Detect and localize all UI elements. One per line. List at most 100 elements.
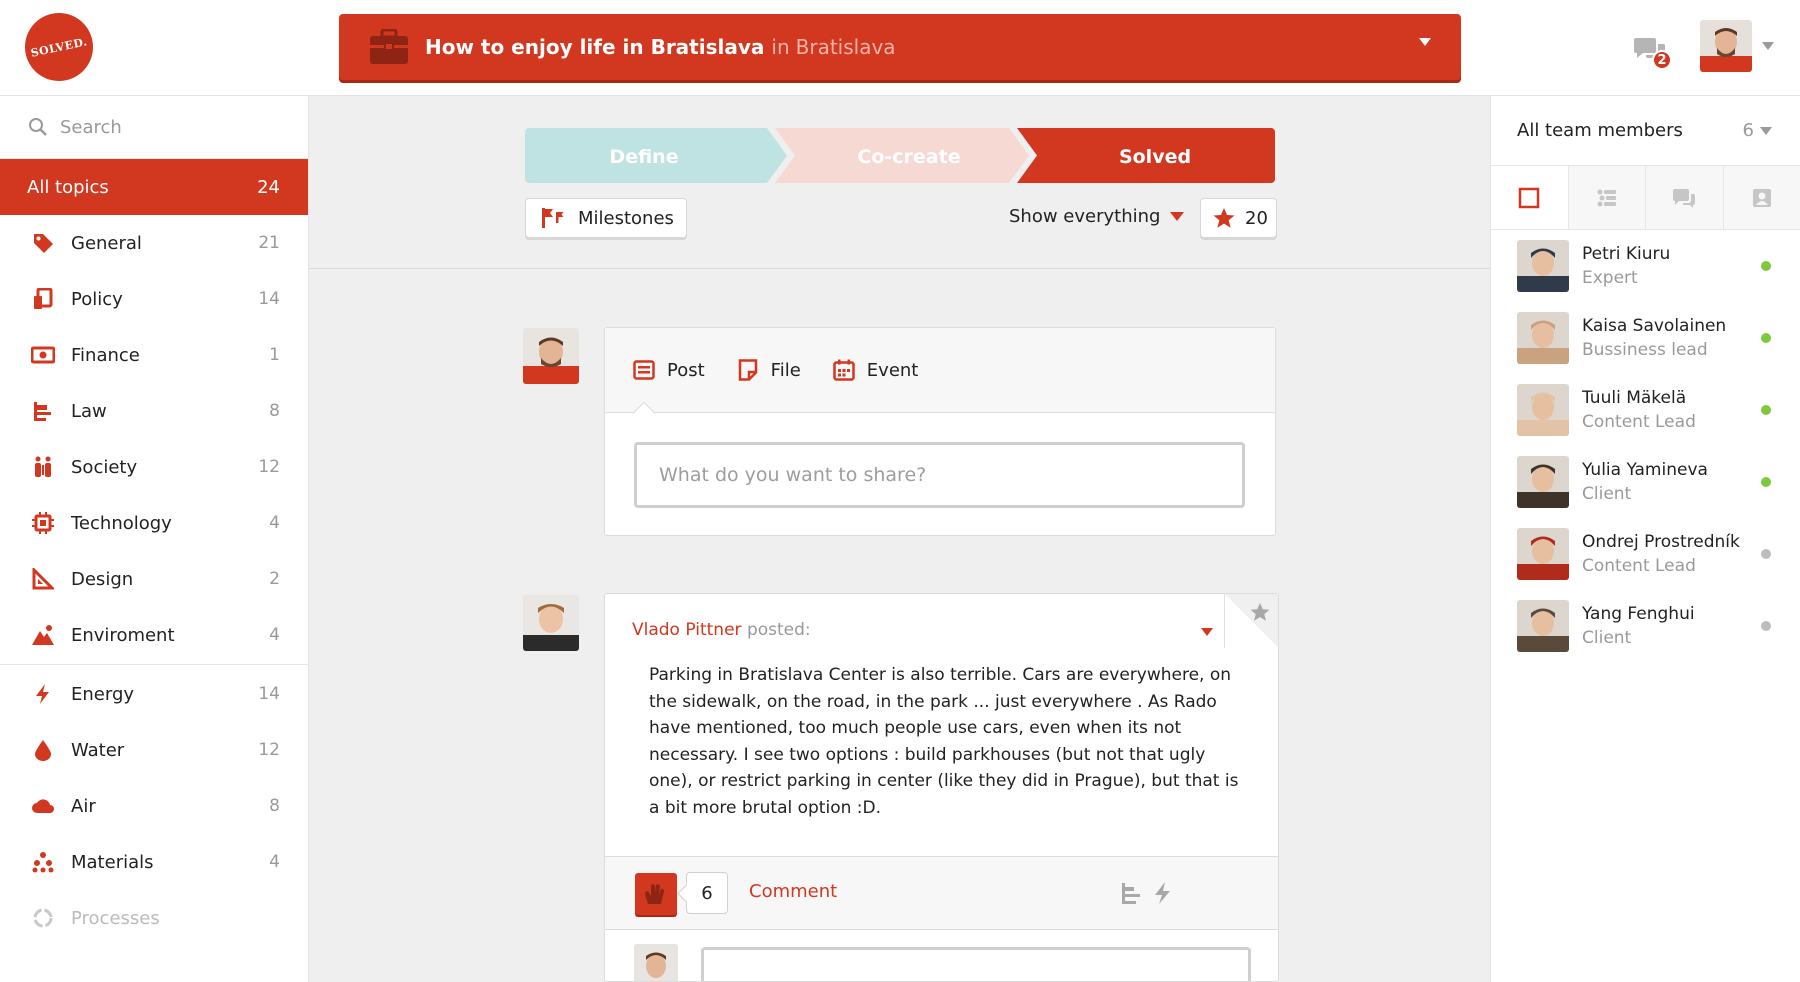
sidebar-item-count: 12 xyxy=(258,457,280,477)
team-filter-dropdown[interactable]: All team members 6 xyxy=(1491,96,1800,166)
support-button[interactable] xyxy=(635,873,677,915)
calendar-icon xyxy=(833,359,855,381)
sidebar-item-count: 8 xyxy=(269,796,280,816)
feed-toolbar: Milestones Show everything 20 xyxy=(525,198,1277,240)
chevron-down-icon[interactable] xyxy=(1762,42,1774,50)
lightning-icon xyxy=(31,682,55,706)
post-author-link[interactable]: Vlado Pittner xyxy=(632,620,742,640)
sidebar-item-label: Policy xyxy=(71,288,123,310)
topic-selector[interactable]: How to enjoy life in Bratislava in Brati… xyxy=(339,14,1461,80)
post-menu-chevron-icon[interactable] xyxy=(1201,628,1213,636)
team-member-item[interactable]: Yulia Yamineva Client xyxy=(1491,446,1800,518)
team-member-item[interactable]: Kaisa Savolainen Bussiness lead xyxy=(1491,302,1800,374)
user-avatar[interactable] xyxy=(1700,20,1752,72)
gavel-icon xyxy=(31,399,55,423)
team-member-item[interactable]: Yang Fenghui Client xyxy=(1491,590,1800,662)
starred-button[interactable]: 20 xyxy=(1200,198,1277,238)
tab-chat[interactable] xyxy=(1646,166,1724,229)
sidebar-item-count: 12 xyxy=(258,740,280,760)
sidebar-item-society[interactable]: Society 12 xyxy=(0,439,308,495)
sidebar-item-enviroment[interactable]: Enviroment 4 xyxy=(0,607,308,663)
team-member-item[interactable]: Tuuli Mäkelä Content Lead xyxy=(1491,374,1800,446)
step-solved[interactable]: Solved xyxy=(1017,128,1275,183)
sidebar-item-count: 4 xyxy=(269,625,280,645)
search-icon xyxy=(29,118,47,136)
sidebar-item-materials[interactable]: Materials 4 xyxy=(0,834,308,890)
reply-input[interactable] xyxy=(701,947,1251,981)
team-filter-label: All team members xyxy=(1517,120,1683,141)
sidebar-item-count: 21 xyxy=(258,233,280,253)
sidebar-item-finance[interactable]: Finance 1 xyxy=(0,327,308,383)
sidebar-item-count: 4 xyxy=(269,852,280,872)
sidebar-item-label: Materials xyxy=(71,851,154,873)
member-avatar xyxy=(1517,456,1569,508)
sidebar-item-label: All topics xyxy=(27,176,109,198)
contact-card-icon xyxy=(1752,188,1771,207)
list-icon xyxy=(1597,189,1616,206)
team-tabs xyxy=(1491,166,1800,230)
tab-event[interactable]: Event xyxy=(833,359,918,381)
star-icon xyxy=(1250,602,1270,621)
stars-count: 20 xyxy=(1245,207,1268,229)
sidebar-item-processes[interactable]: Processes xyxy=(0,890,308,946)
tab-post[interactable]: Post xyxy=(633,359,705,381)
lightning-icon[interactable] xyxy=(1151,881,1175,905)
sidebar-item-all-topics[interactable]: All topics 24 xyxy=(0,159,308,215)
sidebar-item-general[interactable]: General 21 xyxy=(0,215,308,271)
sidebar-item-label: Air xyxy=(71,795,96,817)
sidebar-item-law[interactable]: Law 8 xyxy=(0,383,308,439)
reply-user-avatar xyxy=(634,944,678,981)
milestones-button[interactable]: Milestones xyxy=(525,198,687,238)
sidebar-item-count: 8 xyxy=(269,401,280,421)
sidebar-item-design[interactable]: Design 2 xyxy=(0,551,308,607)
sidebar-item-policy[interactable]: Policy 14 xyxy=(0,271,308,327)
milestone-gavel-icon[interactable] xyxy=(1120,881,1144,905)
solved-logo[interactable]: SOLVED. xyxy=(18,6,100,88)
star-icon xyxy=(1213,208,1235,228)
presence-indicator xyxy=(1761,549,1771,559)
sidebar-item-label: Technology xyxy=(71,512,172,534)
tab-label: File xyxy=(770,359,801,381)
sidebar-item-label: Energy xyxy=(71,683,135,705)
step-co-create[interactable]: Co-create xyxy=(775,128,1029,183)
sidebar-item-water[interactable]: Water 12 xyxy=(0,722,308,778)
search-input[interactable] xyxy=(60,116,300,138)
top-header: SOLVED. How to enjoy life in Bratislava … xyxy=(0,0,1800,96)
sidebar-item-air[interactable]: Air 8 xyxy=(0,778,308,834)
chat-icon xyxy=(1673,188,1696,208)
filter-dropdown[interactable]: Show everything xyxy=(1009,206,1185,227)
post-author-avatar[interactable] xyxy=(523,595,579,651)
tag-icon xyxy=(31,231,55,255)
sidebar-item-energy[interactable]: Energy 14 xyxy=(0,666,308,722)
tab-contacts[interactable] xyxy=(1724,166,1800,229)
step-define[interactable]: Define xyxy=(525,128,787,183)
tab-all[interactable] xyxy=(1491,166,1569,229)
active-tab-pointer xyxy=(632,401,656,425)
post-action-text: posted: xyxy=(746,620,811,640)
team-member-item[interactable]: Ondrej Prostredník Content Lead xyxy=(1491,518,1800,590)
sidebar-divider xyxy=(0,664,308,665)
share-input[interactable] xyxy=(634,442,1245,508)
document-icon xyxy=(31,287,55,311)
tab-file[interactable]: File xyxy=(737,359,801,381)
sidebar-item-label: Processes xyxy=(71,907,160,929)
topic-location-prefix: in xyxy=(771,35,790,59)
sidebar-item-label: Enviroment xyxy=(71,624,175,646)
chevron-down-icon xyxy=(1170,212,1185,221)
comment-link[interactable]: Comment xyxy=(749,881,837,902)
team-member-item[interactable]: Petri Kiuru Expert xyxy=(1491,230,1800,302)
mountain-icon xyxy=(31,623,55,647)
member-avatar xyxy=(1517,600,1569,652)
member-name: Petri Kiuru xyxy=(1582,244,1671,264)
tab-list[interactable] xyxy=(1569,166,1646,229)
chevron-down-icon xyxy=(1419,38,1431,46)
feed-post: Vlado Pittner posted: Parking in Bratisl… xyxy=(604,593,1279,982)
tab-label: Post xyxy=(667,359,705,381)
star-post-button[interactable] xyxy=(1224,594,1278,648)
chip-icon xyxy=(31,511,55,535)
chevron-down-icon xyxy=(1760,126,1772,135)
sidebar-item-count: 4 xyxy=(269,513,280,533)
member-name: Yang Fenghui xyxy=(1582,604,1695,624)
sidebar-item-technology[interactable]: Technology 4 xyxy=(0,495,308,551)
sidebar-item-count: 14 xyxy=(258,289,280,309)
